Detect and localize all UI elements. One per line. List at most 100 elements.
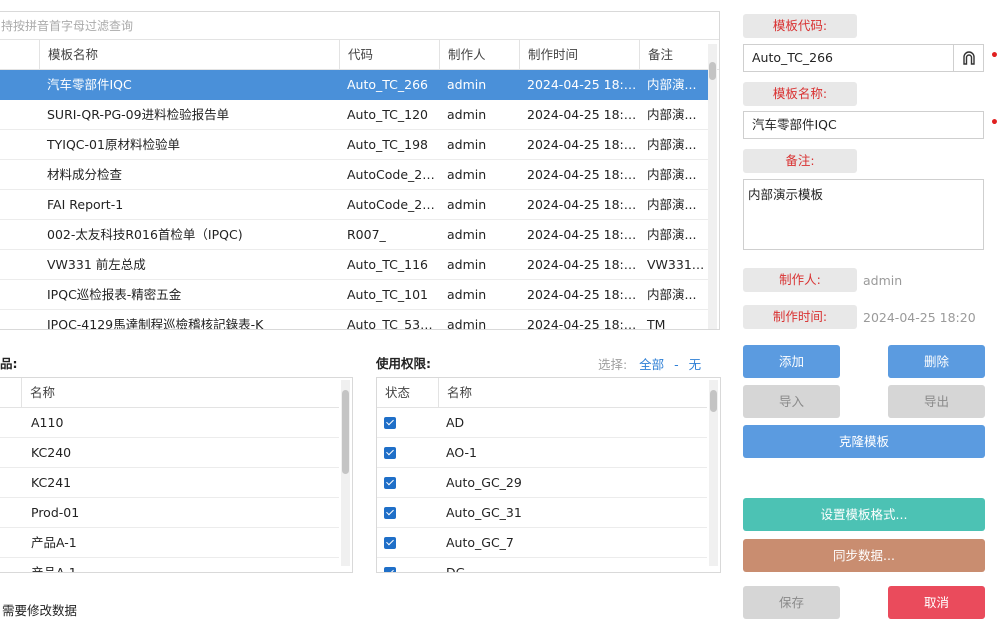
cell-time: 2024-04-25 18:20 bbox=[527, 137, 637, 152]
header-template-name[interactable]: 模板名称 bbox=[39, 40, 98, 70]
permission-row[interactable]: DG bbox=[377, 558, 707, 573]
cell-code: Auto_TC_120 bbox=[347, 107, 429, 122]
template-name-input[interactable]: 汽车零部件IQC bbox=[743, 111, 984, 139]
header-time[interactable]: 制作时间 bbox=[519, 40, 578, 70]
select-label: 选择: bbox=[598, 357, 628, 372]
cell-template-name: IPQC-4129馬達制程巡檢稽核記錄表-K bbox=[47, 317, 264, 330]
permission-name: Auto_GC_7 bbox=[446, 535, 514, 550]
header-code[interactable]: 代码 bbox=[339, 40, 373, 70]
header-note[interactable]: 备注 bbox=[639, 40, 673, 70]
cell-code: Auto_TC_116 bbox=[347, 257, 429, 272]
permission-checkbox[interactable] bbox=[384, 477, 396, 489]
product-row[interactable]: 产品A-1 bbox=[0, 528, 339, 558]
product-list-header: 名称 bbox=[0, 378, 339, 408]
product-row[interactable]: 产品A-1 bbox=[0, 558, 339, 572]
template-code-input[interactable]: Auto_TC_266 bbox=[743, 44, 984, 72]
cell-note: VW331 ... bbox=[647, 257, 705, 272]
template-row[interactable]: FAI Report-1 AutoCode_20... admin 2024-04-2… bbox=[0, 190, 709, 220]
cell-note: 内部演... bbox=[647, 137, 697, 152]
product-list: 名称 A110 KC240 KC241 Prod-01 产品A-1 产品A-1 bbox=[0, 377, 353, 573]
permission-name: Auto_GC_31 bbox=[446, 505, 522, 520]
cell-creator: admin bbox=[447, 227, 487, 242]
import-button[interactable]: 导入 bbox=[743, 385, 840, 418]
code-lookup-button[interactable] bbox=[953, 45, 983, 71]
cell-note: TM bbox=[647, 317, 666, 330]
permission-list: 状态 名称 AD AO-1 Auto_GC_29 Auto_GC_31 Auto_GC_… bbox=[376, 377, 721, 573]
template-code-value: Auto_TC_266 bbox=[752, 50, 834, 65]
template-grid-scrollbar[interactable] bbox=[708, 44, 717, 329]
template-filter-input[interactable]: 持按拼音首字母过滤查询 bbox=[0, 12, 719, 40]
permission-list-label: 使用权限: bbox=[376, 356, 431, 371]
name-required-mark: • bbox=[990, 115, 999, 131]
permission-row[interactable]: AD bbox=[377, 408, 707, 438]
product-list-scrollbar[interactable] bbox=[341, 380, 350, 566]
cell-template-name: 汽车零部件IQC bbox=[47, 77, 132, 92]
clone-template-button[interactable]: 克隆模板 bbox=[743, 425, 985, 458]
permission-name: DG bbox=[446, 565, 466, 573]
template-code-label: 模板代码: bbox=[743, 14, 857, 38]
add-button[interactable]: 添加 bbox=[743, 345, 840, 378]
cell-template-name: TYIQC-01原材料检验单 bbox=[47, 137, 180, 152]
permission-row[interactable]: Auto_GC_7 bbox=[377, 528, 707, 558]
permission-header-status[interactable]: 状态 bbox=[377, 378, 410, 408]
note-value: 内部演示模板 bbox=[748, 187, 824, 202]
template-row[interactable]: 材料成分检查 AutoCode_20... admin 2024-04-25 18:1… bbox=[0, 160, 709, 190]
template-row[interactable]: VW331 前左总成 Auto_TC_116 admin 2024-04-25 18:… bbox=[0, 250, 709, 280]
cell-template-name: IPQC巡检报表-精密五金 bbox=[47, 287, 182, 302]
cell-creator: admin bbox=[447, 287, 487, 302]
sync-data-button[interactable]: 同步数据... bbox=[743, 539, 985, 572]
select-separator: - bbox=[674, 357, 679, 372]
permission-row[interactable]: AO-1 bbox=[377, 438, 707, 468]
permission-row[interactable]: Auto_GC_29 bbox=[377, 468, 707, 498]
cell-note: 内部演... bbox=[647, 167, 697, 182]
select-none-link[interactable]: 无 bbox=[689, 357, 702, 372]
set-template-format-button[interactable]: 设置模板格式... bbox=[743, 498, 985, 531]
template-row[interactable]: IPQC-4129馬達制程巡檢稽核記錄表-K Auto_TC_537... admi… bbox=[0, 310, 709, 330]
export-button[interactable]: 导出 bbox=[888, 385, 985, 418]
cancel-button[interactable]: 取消 bbox=[888, 586, 985, 619]
cell-creator: admin bbox=[447, 167, 487, 182]
permission-list-scroll-thumb[interactable] bbox=[710, 390, 717, 412]
permission-select-links: 选择: 全部 - 无 bbox=[598, 354, 701, 373]
product-list-scroll-thumb[interactable] bbox=[342, 390, 349, 474]
product-row[interactable]: KC241 bbox=[0, 468, 339, 498]
header-creator[interactable]: 制作人 bbox=[439, 40, 486, 70]
cell-code: Auto_TC_537... bbox=[347, 317, 435, 330]
permission-list-header: 状态 名称 bbox=[377, 378, 707, 408]
product-row[interactable]: A110 bbox=[0, 408, 339, 438]
product-header-name[interactable]: 名称 bbox=[21, 378, 55, 408]
template-row[interactable]: TYIQC-01原材料检验单 Auto_TC_198 admin 2024-04-25… bbox=[0, 130, 709, 160]
permission-checkbox[interactable] bbox=[384, 507, 396, 519]
template-row[interactable]: 002-太友科技R016首检单（IPQC) R007_ admin 2024-04-2… bbox=[0, 220, 709, 250]
time-value: 2024-04-25 18:20 bbox=[863, 310, 976, 325]
cell-code: Auto_TC_101 bbox=[347, 287, 429, 302]
template-name-label: 模板名称: bbox=[743, 82, 857, 106]
template-grid-scroll-thumb[interactable] bbox=[709, 62, 716, 80]
cell-creator: admin bbox=[447, 77, 487, 92]
permission-list-scrollbar[interactable] bbox=[709, 380, 718, 566]
select-all-link[interactable]: 全部 bbox=[639, 357, 664, 372]
template-row[interactable]: SURI-QR-PG-09进料检验报告单 Auto_TC_120 admin 2024… bbox=[0, 100, 709, 130]
cell-time: 2024-04-25 18:17 bbox=[527, 227, 637, 242]
permission-row[interactable]: Auto_GC_31 bbox=[377, 498, 707, 528]
delete-button[interactable]: 删除 bbox=[888, 345, 985, 378]
product-row[interactable]: Prod-01 bbox=[0, 498, 339, 528]
permission-checkbox[interactable] bbox=[384, 417, 396, 429]
magnet-icon bbox=[962, 51, 975, 65]
cell-code: Auto_TC_198 bbox=[347, 137, 429, 152]
cell-creator: admin bbox=[447, 107, 487, 122]
product-row[interactable]: KC240 bbox=[0, 438, 339, 468]
save-button[interactable]: 保存 bbox=[743, 586, 840, 619]
permission-checkbox[interactable] bbox=[384, 567, 396, 572]
template-grid-header: 模板名称 代码 制作人 制作时间 备注 bbox=[0, 40, 719, 70]
cell-time: 2024-04-25 18:20 bbox=[527, 107, 637, 122]
template-row[interactable]: 汽车零部件IQC Auto_TC_266 admin 2024-04-25 18:20… bbox=[0, 70, 709, 100]
note-textarea[interactable]: 内部演示模板 bbox=[743, 179, 984, 250]
permission-header-name[interactable]: 名称 bbox=[438, 378, 472, 408]
template-row[interactable]: IPQC巡检报表-精密五金 Auto_TC_101 admin 2024-04-25 … bbox=[0, 280, 709, 310]
permission-checkbox[interactable] bbox=[384, 537, 396, 549]
cell-time: 2024-04-25 18:17 bbox=[527, 197, 637, 212]
permission-checkbox[interactable] bbox=[384, 447, 396, 459]
permission-name: AO-1 bbox=[446, 445, 477, 460]
cell-code: AutoCode_20... bbox=[347, 197, 435, 212]
